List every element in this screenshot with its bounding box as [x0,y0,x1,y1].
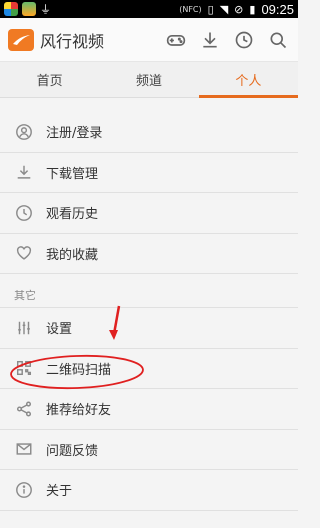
mail-icon [14,439,34,459]
heart-icon [14,243,34,263]
tab-channels[interactable]: 频道 [99,62,198,97]
clock-icon [14,203,34,223]
battery-icon: ▮ [249,2,256,16]
app-bar-actions [164,28,290,52]
menu-item-label: 注册/登录 [46,126,103,142]
gallery-notification-icon [22,2,36,16]
menu-item-login[interactable]: 注册/登录 [0,112,298,153]
no-sim-icon: ⊘ [234,2,244,16]
download-icon [14,162,34,182]
section-label-other: 其它 [0,274,298,308]
menu-item-label: 推荐给好友 [46,403,112,419]
vibrate-icon: ▯ [207,2,214,16]
menu-item-downloads[interactable]: 下载管理 [0,153,298,193]
menu-item-history[interactable]: 观看历史 [0,193,298,234]
menu-item-favorites[interactable]: 我的收藏 [0,234,298,274]
app-bar: 风行视频 [0,18,298,62]
sliders-icon [14,318,34,338]
clock-time: 09:25 [261,1,294,17]
clock-icon[interactable] [232,28,256,52]
wifi-icon: ◥ [219,2,229,16]
gamepad-icon[interactable] [164,28,188,52]
menu-item-label: 观看历史 [46,207,99,223]
info-icon [14,480,34,500]
menu-item-qr-scan[interactable]: 二维码扫描 [0,349,298,389]
menu-spacer [0,98,298,112]
menu-item-label: 二维码扫描 [46,362,112,378]
tab-bar: 首页 频道 个人 [0,62,299,98]
menu-item-label: 问题反馈 [46,443,99,459]
download-icon[interactable] [198,28,222,52]
share-icon [14,399,34,419]
menu-item-feedback[interactable]: 问题反馈 [0,430,298,470]
menu-item-settings[interactable]: 设置 [0,308,298,349]
tab-personal[interactable]: 个人 [198,62,299,98]
menu-item-label: 下载管理 [46,166,99,182]
nfc-indicator: (NFC) [179,4,202,14]
menu-item-label: 关于 [46,484,73,500]
app-title: 风行视频 [40,31,105,51]
menu-item-about[interactable]: 关于 [0,470,298,511]
qr-icon [14,358,34,378]
app-logo-icon [8,28,34,51]
user-icon [14,122,34,142]
menu-item-share[interactable]: 推荐给好友 [0,389,298,430]
system-icons: (NFC) ▯ ◥ ⊘ ▮ 09:25 [179,2,294,17]
page: ⏚ (NFC) ▯ ◥ ⊘ ▮ 09:25 风行视频 首页 频道 个人 注册/登… [0,0,299,528]
personal-menu: 注册/登录 下载管理 观看历史 我的收藏 其它 设置 二维码扫描 推荐给好友 问… [0,98,298,511]
usb-icon: ⏚ [40,3,51,16]
notification-icons: ⏚ [4,1,51,17]
menu-item-label: 我的收藏 [46,247,99,263]
menu-item-label: 设置 [46,322,73,338]
search-icon[interactable] [266,28,290,52]
status-bar: ⏚ (NFC) ▯ ◥ ⊘ ▮ 09:25 [0,0,298,18]
app-notification-icon [4,2,18,16]
tab-home[interactable]: 首页 [0,62,99,97]
